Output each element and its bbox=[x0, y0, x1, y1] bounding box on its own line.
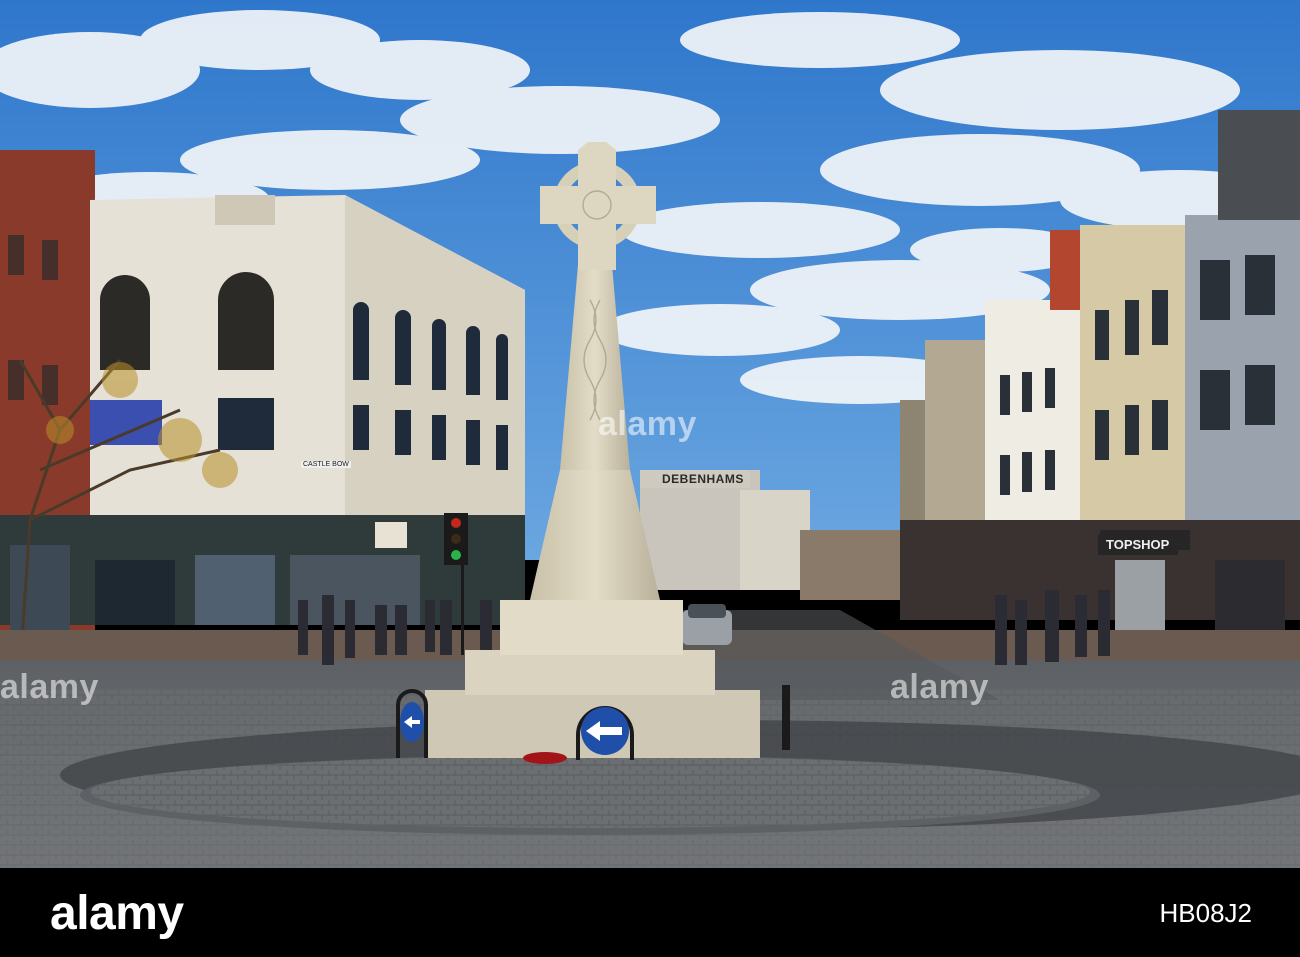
image-stage: DEBENHAMS TOPSHOP CASTLE BOW alamy alamy… bbox=[0, 0, 1300, 957]
bollard bbox=[782, 685, 790, 750]
topshop-sign: TOPSHOP bbox=[1106, 537, 1170, 552]
brand-logo: alamy bbox=[50, 887, 184, 940]
debenhams-sign: DEBENHAMS bbox=[662, 472, 744, 486]
car bbox=[682, 604, 732, 645]
street-photo bbox=[0, 0, 1300, 868]
roundabout-island bbox=[80, 755, 1100, 835]
image-id-label: HB08J2 bbox=[1159, 898, 1253, 928]
street-name-sign: CASTLE BOW bbox=[301, 461, 351, 468]
stock-footer-bar: alamy HB08J2 bbox=[0, 868, 1300, 957]
